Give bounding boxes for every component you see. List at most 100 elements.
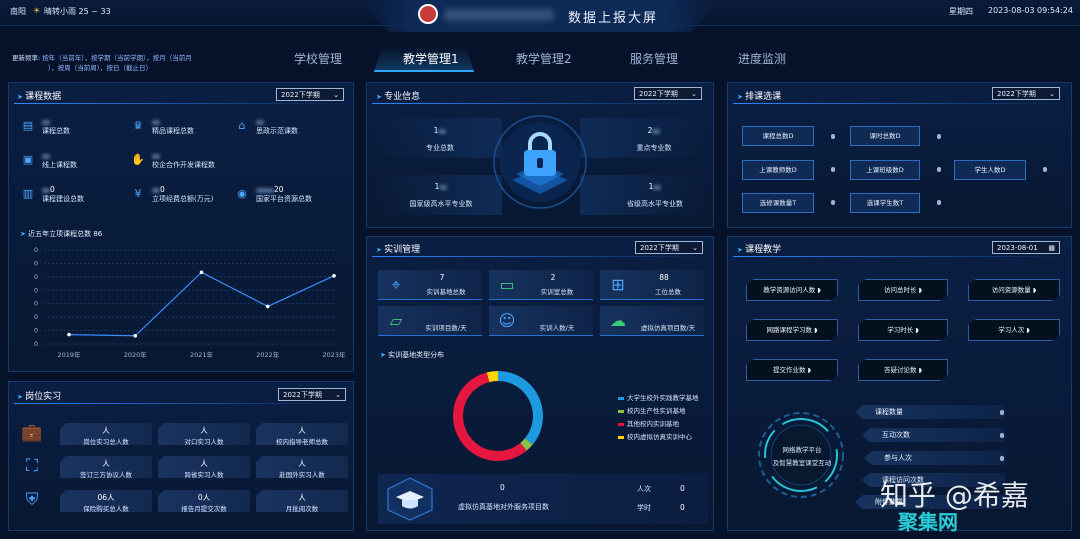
sun-icon: ☀	[33, 6, 41, 15]
monitor-icon: ▣	[22, 153, 34, 166]
course-data-title-line	[14, 103, 350, 104]
x-tick-label: 2019年	[57, 350, 81, 359]
weekday-label: 星期四	[949, 7, 973, 16]
course-construction-value: 0	[50, 185, 55, 194]
x-tick-label: 2022年	[256, 350, 280, 359]
professional-semester-select[interactable]: 2022下学期 ⌄	[634, 87, 702, 100]
quality-course-label: 精品课程总数	[152, 127, 194, 135]
tab-teaching-management-1[interactable]: 教学管理1	[403, 50, 459, 67]
list-dot	[1000, 456, 1004, 461]
internship-cell: 06人 保险购买总人数	[60, 490, 152, 512]
data-point	[133, 333, 138, 338]
sched-dot	[831, 167, 835, 172]
ct-resource-count[interactable]: 访问资源数量 ◗	[968, 279, 1060, 301]
ct-qa-discussions[interactable]: 答疑讨论数 ◗	[858, 359, 948, 381]
national-resource-stat: 20 国家平台资源总数	[256, 185, 312, 204]
ct-online-learning[interactable]: 网路课程学习数 ◗	[746, 319, 838, 341]
chevron-down-icon: ⌄	[335, 390, 341, 399]
ct-learning-duration[interactable]: 学习时长 ◗	[858, 319, 948, 341]
funding-label: 立项经费总额(万元)	[152, 195, 214, 203]
y-tick-label: 0	[34, 259, 38, 267]
teaching-title: 课程教学	[737, 242, 781, 255]
donut-slice	[497, 371, 543, 445]
coop-course-stat: 校企合作开发课程数	[152, 151, 215, 170]
internship-cell: 人跨省实习人数	[158, 456, 250, 478]
arrow-icon: ➤	[20, 230, 26, 238]
course-construction-label: 课程建设总数	[42, 195, 84, 203]
internship-cell-label: 月批阅次数	[285, 505, 319, 513]
ct-learning-persons[interactable]: 学习人次 ◗	[968, 319, 1060, 341]
internship-title: 岗位实习	[17, 389, 61, 402]
y-tick-label: 0	[34, 246, 38, 254]
training-tile-label: 工位总数	[655, 288, 681, 296]
data-point	[332, 274, 336, 278]
donut-legend: 大学生校外实践教学基地 校内生产性实训基地 其他校内实训基地 校内虚拟仿真实训中心	[618, 392, 699, 444]
training-tile-label: 实训室总数	[540, 288, 574, 296]
provincial-major-label: 省级高水平专业数	[627, 200, 683, 208]
national-major-stat: 1 国家级高水平专业数	[396, 182, 486, 209]
internship-cell-value: 人	[298, 426, 306, 435]
internship-cell-value: 人	[200, 459, 208, 468]
legend-label: 大学生校外实践教学基地	[627, 394, 699, 402]
arrow-icon: ➤	[380, 351, 386, 359]
scheduling-semester-select[interactable]: 2022下学期 ⌄	[992, 87, 1060, 100]
ct-homework-submissions[interactable]: 提交作业数 ◗	[746, 359, 838, 381]
internship-semester-select[interactable]: 2022下学期 ⌄	[278, 388, 346, 401]
scheduling-title-line	[733, 103, 1066, 104]
legend-item: 大学生校外实践教学基地	[618, 392, 699, 402]
school-logo	[418, 4, 438, 24]
training-tile: ▭ 2 实训室总数	[489, 270, 593, 300]
sched-dot	[831, 134, 835, 139]
online-course-label: 线上课程数	[42, 161, 77, 169]
internship-cell-label: 赴国外实习人数	[279, 471, 325, 479]
course-total-stat: 课程总数	[42, 117, 70, 136]
x-tick-label: 2020年	[124, 350, 148, 359]
money-icon: ¥	[134, 187, 142, 200]
tab-service-management[interactable]: 服务管理	[630, 50, 678, 67]
calendar-icon: ▦	[1048, 243, 1055, 252]
sched-dot	[937, 134, 941, 139]
training-tile-label: 实训基地总数	[426, 288, 466, 296]
funding-value: 0	[160, 185, 165, 194]
legend-label: 校内生产性实训基地	[627, 407, 686, 415]
training-semester-value: 2022下学期	[640, 243, 679, 252]
chevron-down-icon: ⌄	[691, 89, 697, 98]
tab-progress-monitoring[interactable]: 进度监测	[738, 50, 786, 67]
y-tick-label: 0	[34, 286, 38, 294]
training-title-line	[372, 256, 708, 257]
scheduling-title: 排课选课	[737, 89, 781, 102]
sched-hours-total[interactable]: 课时总数D	[850, 126, 920, 146]
course-data-title: 课程数据	[17, 89, 61, 102]
folder-icon: ▱	[389, 311, 403, 330]
x-tick-label: 2021年	[190, 350, 214, 359]
sched-elective-count[interactable]: 选修课数量T	[742, 193, 814, 213]
training-tile-label: 实训人数/天	[539, 324, 575, 332]
internship-title-line	[14, 403, 350, 404]
internship-cell: 人签订三方协议人数	[60, 456, 152, 478]
national-resource-label: 国家平台资源总数	[256, 195, 312, 203]
sched-teacher-count[interactable]: 上课教师数D	[742, 160, 814, 180]
teaching-date-picker[interactable]: 2023-08-01 ▦	[992, 241, 1060, 254]
ct-total-duration[interactable]: 访问总时长 ◗	[858, 279, 948, 301]
data-point	[199, 270, 204, 275]
sched-student-count[interactable]: 学生人数D	[954, 160, 1026, 180]
sched-elective-students[interactable]: 选课学生数T	[850, 193, 920, 213]
training-tile-label: 实训项目数/天	[425, 324, 467, 332]
graduation-cap-icon	[387, 477, 433, 521]
y-tick-label: 0	[34, 327, 38, 335]
internship-cell: 人赴国外实习人数	[256, 456, 348, 478]
sched-class-count[interactable]: 上课班级数D	[850, 160, 920, 180]
shield-icon: ⛨	[25, 490, 39, 510]
internship-cell: 人校内指导老师总数	[256, 423, 348, 445]
internship-cell-value: 人	[298, 459, 306, 468]
training-semester-select[interactable]: 2022下学期 ⌄	[635, 241, 703, 254]
internship-cell: 人月批阅次数	[256, 490, 348, 512]
tab-teaching-management-2[interactable]: 教学管理2	[516, 50, 572, 67]
book-icon: ▤	[22, 119, 34, 132]
sched-course-total[interactable]: 课程总数D	[742, 126, 814, 146]
course-data-semester-select[interactable]: 2022下学期 ⌄	[276, 88, 344, 101]
course-data-semester-value: 2022下学期	[281, 90, 320, 99]
crown-icon: ♛	[133, 119, 143, 132]
ct-resource-visitors[interactable]: 教学资源访问人数 ◗	[746, 279, 838, 301]
tab-school-management[interactable]: 学校管理	[294, 50, 342, 67]
